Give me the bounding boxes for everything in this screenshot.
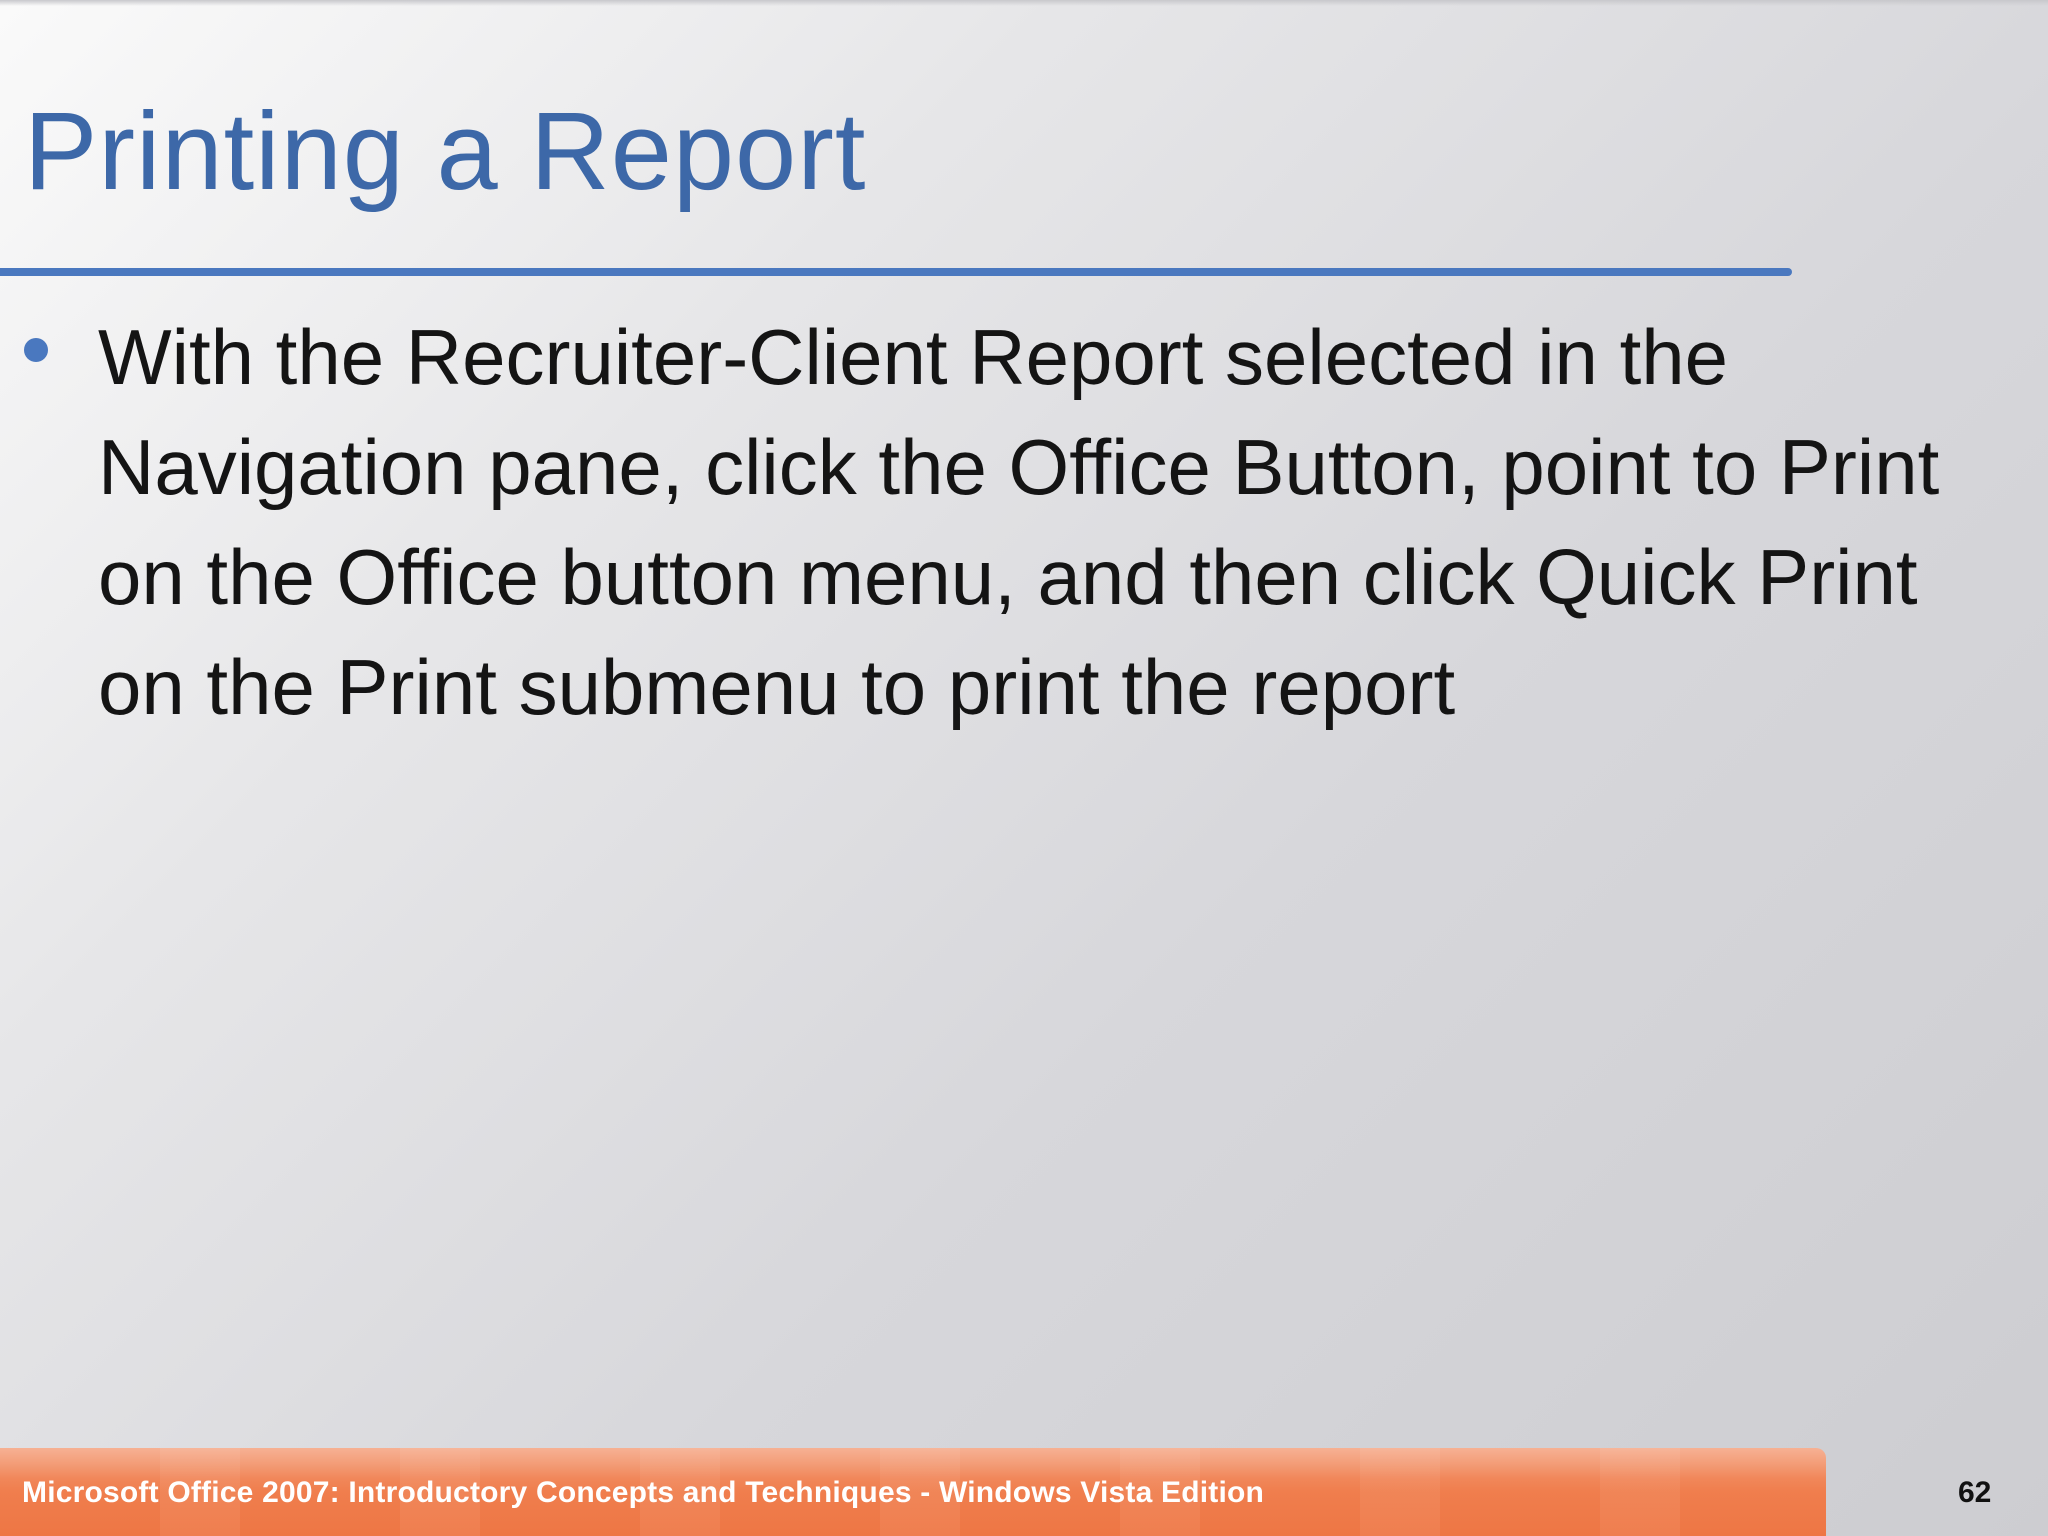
bullet-text: With the Recruiter-Client Report selecte… [98, 313, 1940, 731]
slide-title: Printing a Report [24, 90, 867, 213]
slide-top-edge [0, 0, 2048, 6]
title-underline-rule [0, 268, 1792, 276]
slide-number: 62 [1958, 1476, 1992, 1509]
footer-text: Microsoft Office 2007: Introductory Conc… [22, 1476, 1265, 1509]
bullet-dot-icon [24, 338, 48, 362]
